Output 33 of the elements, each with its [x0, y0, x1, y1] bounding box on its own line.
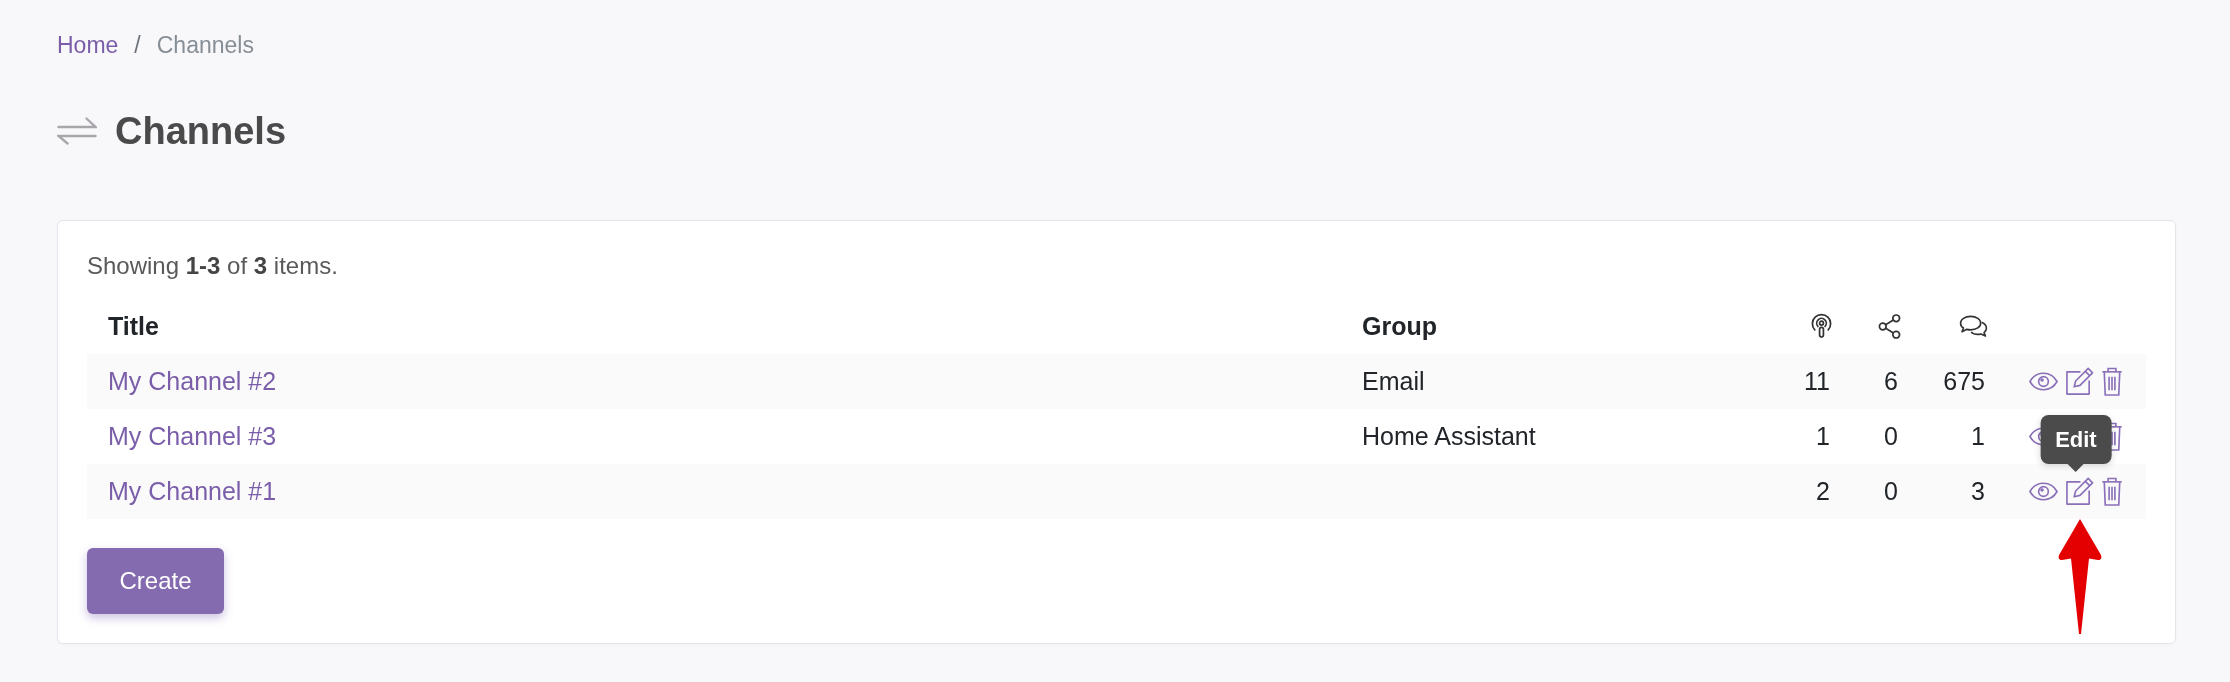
trash-icon[interactable]	[2101, 367, 2123, 396]
column-header: Group	[1362, 311, 1437, 341]
group-name: Home Assistant	[1362, 422, 1536, 451]
channel-link[interactable]: My Channel #3	[108, 422, 277, 451]
channel-link[interactable]: My Channel #2	[108, 367, 277, 396]
count-value: 1	[1971, 422, 1985, 451]
breadcrumb-separator: /	[134, 31, 141, 60]
eye-icon[interactable]	[2029, 372, 2058, 391]
breadcrumb-link[interactable]: Home	[57, 28, 119, 62]
share-icon	[1878, 313, 1901, 339]
pencil-square-icon[interactable]	[2065, 477, 2094, 506]
count-value: 11	[1804, 367, 1830, 396]
create-button[interactable]: Create	[87, 548, 224, 614]
count-value: 6	[1884, 367, 1898, 396]
count-value: 0	[1884, 422, 1898, 451]
count-value: 3	[1971, 477, 1985, 506]
breadcrumb-current-page: Channels	[156, 31, 254, 60]
podcast-icon	[1810, 313, 1833, 339]
count-value: 2	[1816, 477, 1830, 506]
count-value: 675	[1943, 367, 1985, 396]
count-value: 1	[1816, 422, 1830, 451]
group-name: Email	[1362, 367, 1425, 396]
up-arrow-icon	[2057, 519, 2102, 634]
chat-bubbles-icon	[1959, 315, 1988, 337]
pencil-square-icon[interactable]	[2065, 367, 2094, 396]
column-header: Title	[108, 311, 159, 341]
eye-icon[interactable]	[2029, 482, 2058, 501]
page-title: Channels	[115, 109, 287, 154]
tooltip: Edit	[2040, 415, 2112, 472]
count-value: 0	[1884, 477, 1898, 506]
summary-text: Showing 1-3 of 3 items.	[87, 251, 339, 281]
trash-icon[interactable]	[2101, 477, 2123, 506]
channel-link[interactable]: My Channel #1	[108, 477, 277, 506]
